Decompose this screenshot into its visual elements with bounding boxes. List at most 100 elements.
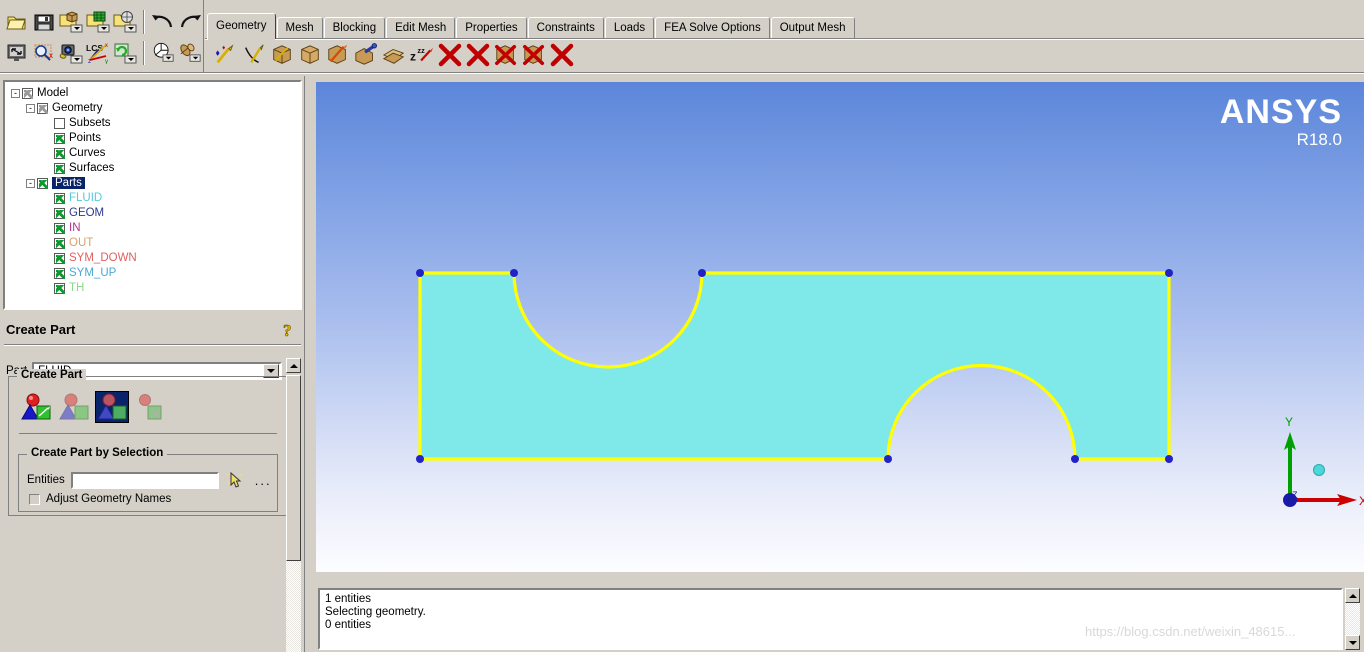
delete-surface-icon[interactable] xyxy=(521,42,547,68)
open-mesh-icon[interactable] xyxy=(85,9,111,35)
file-toolbar: x LCS z y x xyxy=(0,0,204,74)
tree-item-curves[interactable]: Curves xyxy=(11,146,300,161)
tab-fea-solve-options[interactable]: FEA Solve Options xyxy=(655,17,770,39)
scroll-up-button[interactable] xyxy=(286,358,301,373)
tree-item-th[interactable]: TH xyxy=(11,281,300,296)
adjust-geometry-names-checkbox[interactable] xyxy=(29,493,40,505)
local-coordinate-system-icon[interactable]: LCS z y x xyxy=(85,40,111,66)
svg-text:?: ? xyxy=(283,321,292,340)
tree-checkbox[interactable] xyxy=(54,268,65,279)
tree-item-in[interactable]: IN xyxy=(11,221,300,236)
repair-geometry-icon[interactable] xyxy=(325,42,351,68)
open-blocking-icon[interactable] xyxy=(112,9,138,35)
select-cursor-icon[interactable] xyxy=(225,471,245,489)
tree-checkbox[interactable] xyxy=(54,133,65,144)
delete-any-icon[interactable] xyxy=(437,42,463,68)
tree-checkbox[interactable] xyxy=(54,283,65,294)
adjust-geometry-names-row[interactable]: Adjust Geometry Names xyxy=(29,493,171,505)
transform-geometry-icon[interactable] xyxy=(353,42,379,68)
message-scroll-up-button[interactable] xyxy=(1345,588,1360,603)
tab-constraints[interactable]: Constraints xyxy=(527,17,604,39)
tree-checkbox[interactable] xyxy=(54,223,65,234)
tree-expander-icon[interactable]: - xyxy=(11,89,20,98)
tree-checkbox[interactable] xyxy=(54,148,65,159)
create-body-icon[interactable] xyxy=(297,42,323,68)
save-picture-icon[interactable] xyxy=(58,40,84,66)
tab-output-mesh[interactable]: Output Mesh xyxy=(770,17,855,39)
create-curve-icon[interactable] xyxy=(241,42,267,68)
open-project-icon[interactable] xyxy=(4,9,30,35)
tree-item-points[interactable]: Points xyxy=(11,131,300,146)
tree-checkbox[interactable] xyxy=(54,253,65,264)
tree-expander-icon[interactable]: - xyxy=(26,104,35,113)
save-project-icon[interactable] xyxy=(31,9,57,35)
svg-text:y: y xyxy=(105,59,108,64)
tree-checkbox[interactable] xyxy=(22,88,33,99)
tab-properties[interactable]: Properties xyxy=(456,17,527,39)
view-orient-icon[interactable] xyxy=(150,40,176,66)
tree-checkbox[interactable] xyxy=(54,193,65,204)
panel-divider-highlight xyxy=(4,345,301,346)
tab-mesh[interactable]: Mesh xyxy=(276,17,323,39)
create-surface-icon[interactable] xyxy=(269,42,295,68)
entities-input[interactable] xyxy=(70,471,219,489)
delete-point-icon[interactable] xyxy=(465,42,491,68)
tree-item-label: TH xyxy=(69,282,85,294)
tree-item-surfaces[interactable]: Surfaces xyxy=(11,161,300,176)
tree-item-fluid[interactable]: FLUID xyxy=(11,191,300,206)
main-tab-strip: Geometry Mesh Blocking Edit Mesh Properties C… xyxy=(205,13,1364,39)
open-geometry-icon[interactable] xyxy=(58,9,84,35)
delete-part-icon[interactable] xyxy=(133,391,167,423)
message-scrollbar[interactable] xyxy=(1345,588,1360,650)
more-options-button[interactable]: ... xyxy=(255,473,272,488)
display-mode-icon[interactable] xyxy=(177,40,203,66)
graphics-viewport[interactable]: ANSYS R18.0 Y X Z xyxy=(316,82,1364,572)
tree-item-model[interactable]: - Model xyxy=(11,86,300,101)
zoom-box-icon[interactable]: x xyxy=(31,40,57,66)
tree-checkbox[interactable] xyxy=(54,118,65,129)
fit-window-icon[interactable] xyxy=(4,40,30,66)
tree-checkbox[interactable] xyxy=(54,163,65,174)
tree-item-sym_up[interactable]: SYM_UP xyxy=(11,266,300,281)
delete-curve-icon[interactable] xyxy=(493,42,519,68)
refresh-icon[interactable] xyxy=(112,40,138,66)
create-assembly-icon[interactable] xyxy=(95,391,129,423)
create-part-from-surfaces-icon[interactable] xyxy=(57,391,91,423)
panel-scrollbar[interactable] xyxy=(286,358,301,652)
tab-edit-mesh[interactable]: Edit Mesh xyxy=(386,17,456,39)
create-part-mode-icon[interactable] xyxy=(19,391,53,423)
message-log[interactable]: 1 entities Selecting geometry. 0 entitie… xyxy=(318,588,1343,650)
message-scrollbar-track[interactable] xyxy=(1345,603,1360,635)
tree-expander-icon[interactable]: - xyxy=(26,179,35,188)
svg-text:x: x xyxy=(49,51,53,60)
tree-item-parts[interactable]: - Parts xyxy=(11,176,300,191)
restore-dormant-icon[interactable] xyxy=(381,42,407,68)
toolbar-separator xyxy=(143,10,145,34)
triad-y-label: Y xyxy=(1285,415,1293,429)
redo-icon[interactable] xyxy=(177,9,203,35)
model-tree-box[interactable]: - Model - Geometry Subsets Points Curves Surfac… xyxy=(3,80,302,310)
tab-blocking[interactable]: Blocking xyxy=(323,17,386,39)
tree-item-out[interactable]: OUT xyxy=(11,236,300,251)
create-point-icon[interactable] xyxy=(213,42,239,68)
sleep-entities-icon[interactable]: z zz xyxy=(409,42,435,68)
tree-checkbox[interactable] xyxy=(37,103,48,114)
tab-geometry[interactable]: Geometry xyxy=(207,13,276,39)
message-scroll-down-button[interactable] xyxy=(1345,635,1360,650)
scrollbar-track[interactable] xyxy=(286,561,301,652)
tree-item-subsets[interactable]: Subsets xyxy=(11,116,300,131)
tree-item-sym_down[interactable]: SYM_DOWN xyxy=(11,251,300,266)
tree-checkbox[interactable] xyxy=(54,208,65,219)
delete-body-icon[interactable] xyxy=(549,42,575,68)
tree-checkbox[interactable] xyxy=(37,178,48,189)
tree-item-geometry[interactable]: - Geometry xyxy=(11,101,300,116)
adjust-geometry-names-label: Adjust Geometry Names xyxy=(46,493,172,505)
help-question-icon[interactable]: ? xyxy=(280,320,300,341)
tree-checkbox[interactable] xyxy=(54,238,65,249)
undo-icon[interactable] xyxy=(150,9,176,35)
tab-loads[interactable]: Loads xyxy=(604,17,655,39)
toolbar-separator-2 xyxy=(143,41,145,65)
tree-item-label: SYM_UP xyxy=(69,267,117,279)
tree-item-geom[interactable]: GEOM xyxy=(11,206,300,221)
scrollbar-thumb[interactable] xyxy=(286,375,301,561)
